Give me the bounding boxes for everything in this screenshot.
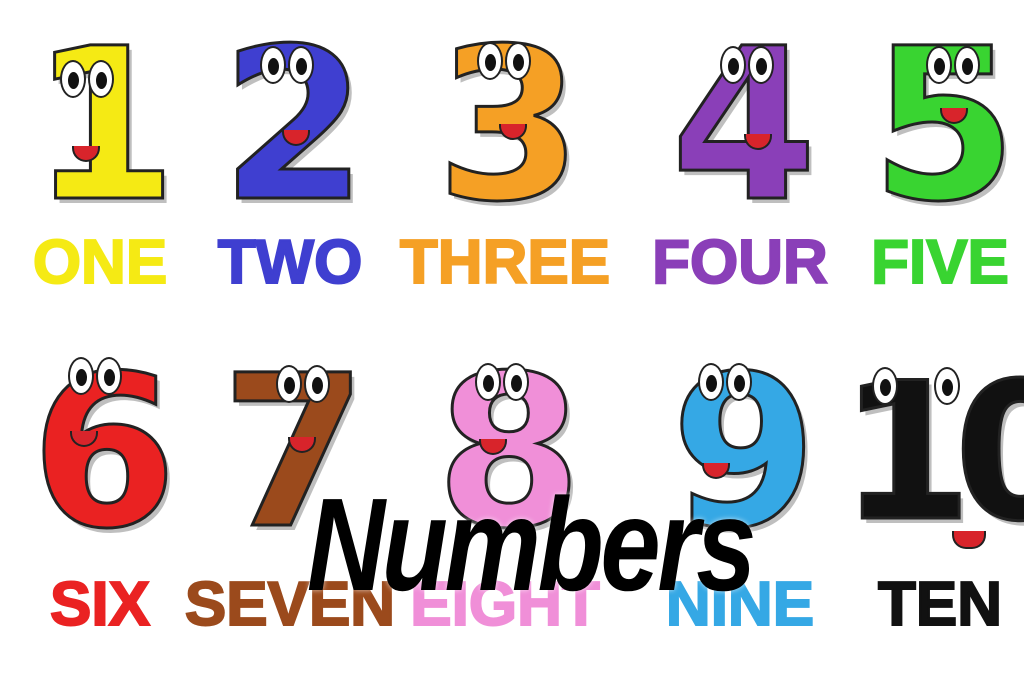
number-card-one: 1 ONE <box>0 3 200 308</box>
numbers-title: Numbers <box>306 471 756 618</box>
number-card-four: 4 FOUR <box>640 17 840 308</box>
digit-character: 5 <box>840 17 1024 235</box>
eyes <box>266 365 346 405</box>
eyes <box>250 46 330 86</box>
number-word: FOUR <box>651 227 829 298</box>
eyes <box>710 46 790 86</box>
digit-character: 10 <box>839 344 1024 562</box>
number-card-five: 5 FIVE <box>840 17 1024 308</box>
number-card-six: 6 SIX <box>0 344 200 645</box>
digit-character: 6 <box>0 344 200 562</box>
number-card-two: 2 TWO <box>190 17 390 308</box>
digit-character: 3 <box>405 17 605 235</box>
numbers-poster: 1 ONE 2 TWO 3 THREE 4 FOUR 5 FIVE 6 SIX … <box>0 0 1024 683</box>
eyes <box>862 367 982 407</box>
eyes <box>916 46 996 86</box>
number-word: TEN <box>877 569 1003 640</box>
number-card-three: 3 THREE <box>399 17 611 308</box>
number-word: THREE <box>399 227 611 298</box>
digit-glyph: 1 <box>29 3 178 248</box>
digit-character: 1 <box>0 3 200 248</box>
eyes <box>50 60 130 100</box>
number-card-ten: 10 TEN <box>839 344 1024 645</box>
number-word: ONE <box>32 227 168 298</box>
number-word: TWO <box>217 227 364 298</box>
eyes <box>465 363 545 403</box>
eyes <box>58 357 138 397</box>
eyes <box>467 42 547 82</box>
digit-character: 4 <box>640 17 840 235</box>
digit-character: 2 <box>190 17 390 235</box>
number-word: SIX <box>49 569 151 640</box>
eyes <box>688 363 768 403</box>
number-word: FIVE <box>870 227 1010 298</box>
